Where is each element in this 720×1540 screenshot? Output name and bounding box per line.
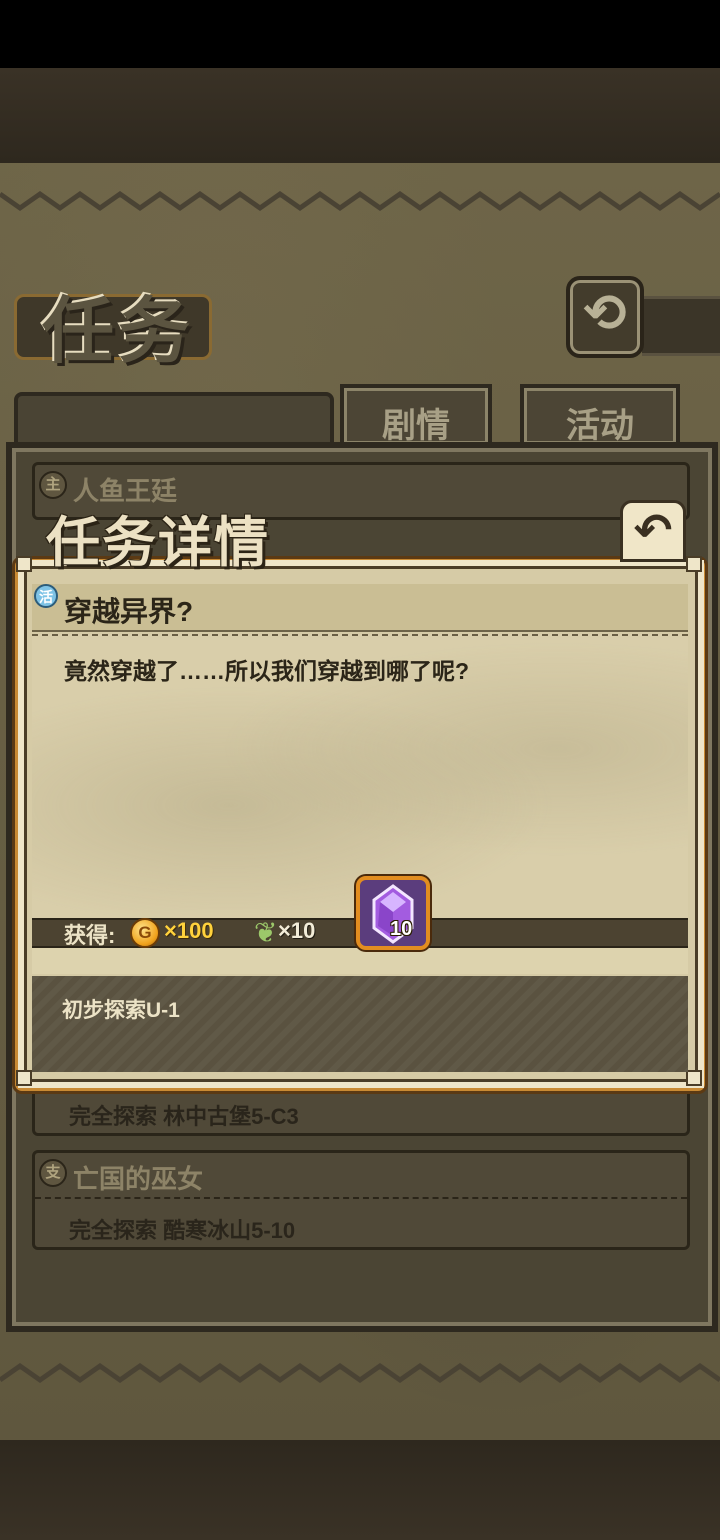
zigzag-border-bottom <box>0 1362 720 1384</box>
reward-bar-shadow <box>32 948 688 974</box>
quest-card-header: 支 亡国的巫女 <box>35 1153 687 1195</box>
frame-corner <box>686 556 702 572</box>
tab-story-label: 剧情 <box>382 407 450 445</box>
quest-condition: 完全探索 酷寒冰山5-10 <box>69 1218 296 1243</box>
back-button[interactable]: ⟲ <box>566 276 644 358</box>
coin-icon: G <box>130 918 160 948</box>
dialog-condition: 初步探索U-1 <box>62 999 180 1022</box>
feather-amount: ×10 <box>278 918 316 943</box>
quest-type-badge: 主 <box>39 471 67 499</box>
gem-count: 10 <box>390 918 413 940</box>
frame-corner <box>686 1070 702 1086</box>
tab-story[interactable]: 剧情 <box>340 384 492 448</box>
dialog-description: 竟然穿越了……所以我们穿越到哪了呢? <box>64 658 470 684</box>
back-button-strip <box>642 296 720 356</box>
status-bar <box>0 0 720 68</box>
frame-corner <box>16 556 32 572</box>
reward-label: 获得: <box>64 923 116 948</box>
quest-type-badge: 活 <box>34 584 58 608</box>
coin-amount: ×100 <box>164 918 214 943</box>
top-background <box>0 68 720 163</box>
dialog-condition-area <box>32 976 688 1072</box>
back-arrow-icon: ⟲ <box>583 285 627 343</box>
bottom-background <box>0 1440 720 1540</box>
tab-events[interactable]: 活动 <box>520 384 680 448</box>
frame-corner <box>16 1070 32 1086</box>
page-title: 任务 <box>42 289 195 373</box>
dialog-close-button[interactable]: ↶ <box>620 500 686 562</box>
quest-title: 亡国的巫女 <box>73 1164 204 1194</box>
zigzag-border-top <box>0 190 720 212</box>
quest-card[interactable]: 支 亡国的巫女 完全探索 酷寒冰山5-10 <box>32 1150 690 1250</box>
back-arrow-icon: ↶ <box>633 504 673 556</box>
tab-events-label: 活动 <box>566 407 634 445</box>
quest-card-body: 完全探索 酷寒冰山5-10 <box>35 1197 687 1247</box>
dialog-task-name: 穿越异界? <box>64 596 194 627</box>
tab-bar <box>14 392 334 448</box>
quest-condition: 完全探索 林中古堡5-C3 <box>69 1104 299 1129</box>
feather-icon: ❦ <box>254 917 278 948</box>
quest-card-body: 完全探索 林中古堡5-C3 <box>35 1089 687 1133</box>
dialog-title: 任务详情 <box>46 511 270 574</box>
quest-type-badge: 支 <box>39 1159 67 1187</box>
